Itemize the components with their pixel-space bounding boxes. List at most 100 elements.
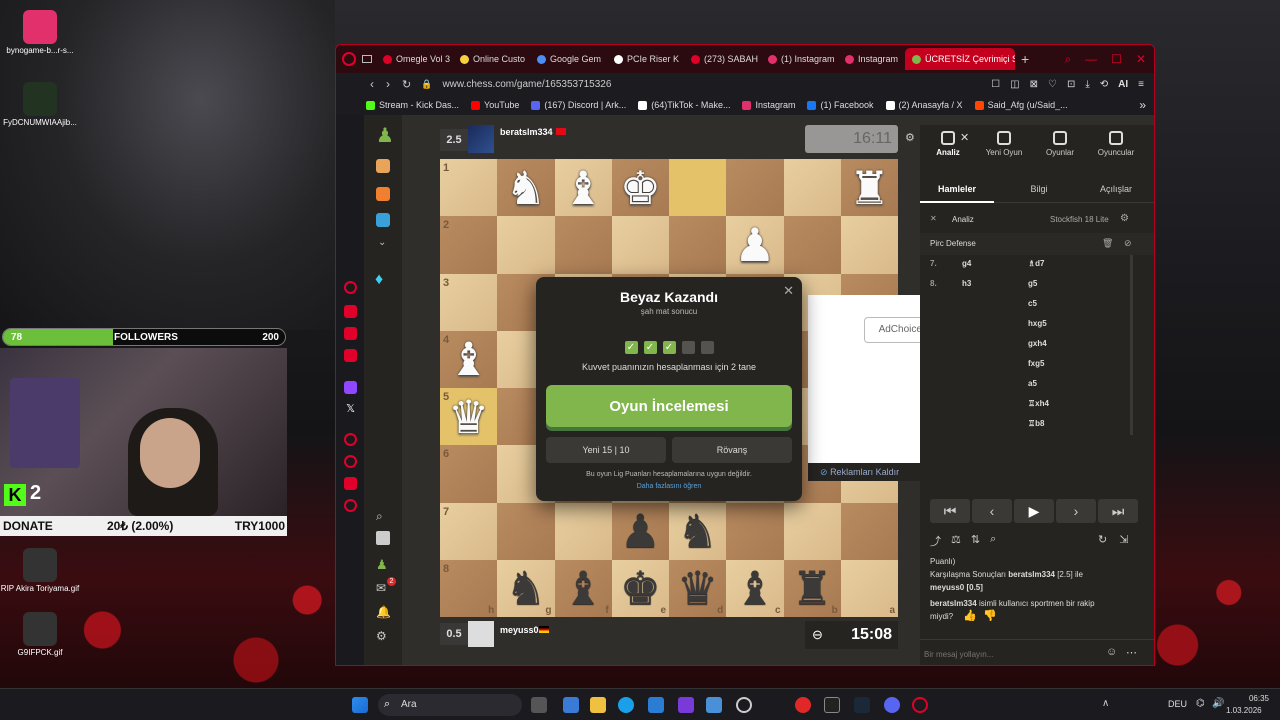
black-piece[interactable]: ♞ bbox=[497, 560, 554, 617]
move-item[interactable]: gxh4 bbox=[1028, 339, 1047, 348]
file-explorer-icon[interactable] bbox=[590, 697, 606, 713]
black-piece[interactable]: ♛ bbox=[669, 560, 726, 617]
app-icon[interactable] bbox=[795, 697, 811, 713]
black-piece[interactable]: ♜ bbox=[784, 560, 841, 617]
move-item[interactable]: a5 bbox=[1028, 379, 1037, 388]
board-square[interactable]: ♝ bbox=[554, 159, 612, 217]
screenshot-icon[interactable]: ☐ bbox=[991, 79, 1000, 90]
board-square[interactable] bbox=[554, 216, 612, 274]
game-review-button[interactable]: Oyun İncelemesi bbox=[546, 385, 792, 427]
board-square[interactable] bbox=[783, 216, 841, 274]
tab-info[interactable]: Bilgi bbox=[1002, 177, 1076, 203]
player-icon[interactable] bbox=[344, 433, 357, 446]
new-tab-icon[interactable]: + bbox=[1021, 51, 1029, 67]
chesscom-logo-icon[interactable]: ♟ bbox=[376, 123, 394, 148]
friends-icon[interactable]: ♟ bbox=[376, 557, 388, 573]
white-piece[interactable]: ♝ bbox=[555, 159, 612, 216]
chrome-icon[interactable] bbox=[736, 697, 752, 713]
chat-more-icon[interactable]: ⋯ bbox=[1126, 646, 1137, 659]
diamond-icon[interactable]: ♦ bbox=[375, 271, 383, 289]
network-icon[interactable]: ⌬ bbox=[1196, 698, 1205, 709]
board-square[interactable] bbox=[783, 502, 841, 560]
bookmark-item[interactable]: Stream - Kick Das... bbox=[366, 100, 459, 110]
board-square[interactable] bbox=[669, 216, 727, 274]
white-piece[interactable]: ♜ bbox=[841, 159, 898, 216]
vpn-icon[interactable]: ⊠ bbox=[1030, 79, 1038, 90]
board-square[interactable]: ♜ bbox=[840, 159, 898, 217]
board-square[interactable]: 5 ♛ bbox=[440, 388, 498, 446]
flip-board-icon[interactable]: ⇅ bbox=[971, 533, 980, 549]
download-icon[interactable]: ⤓ bbox=[1085, 79, 1089, 90]
move-item[interactable]: c5 bbox=[1028, 299, 1037, 308]
white-piece[interactable]: ♞ bbox=[497, 159, 554, 216]
board-square[interactable]: ♞ bbox=[669, 502, 727, 560]
search-tabs-icon[interactable]: ⌕ bbox=[1064, 52, 1071, 67]
bookmark-item[interactable]: Instagram bbox=[742, 100, 795, 110]
top-player-avatar[interactable] bbox=[468, 125, 494, 153]
black-piece[interactable]: ♝ bbox=[555, 560, 612, 617]
wallet-sidebar-icon[interactable] bbox=[344, 305, 357, 318]
move-item[interactable]: ♗d7 bbox=[1028, 259, 1045, 268]
close-window-icon[interactable]: ✕ bbox=[1136, 52, 1146, 67]
bookmarks-overflow-icon[interactable]: » bbox=[1139, 98, 1154, 112]
move-item[interactable]: fxg5 bbox=[1028, 359, 1044, 368]
board-square[interactable] bbox=[554, 502, 612, 560]
play-icon[interactable] bbox=[376, 159, 390, 173]
analysis-toggle-icon[interactable]: ✕ bbox=[930, 214, 937, 223]
board-square[interactable] bbox=[497, 216, 555, 274]
clock-time[interactable]: 06:35 bbox=[1233, 694, 1269, 703]
thumbs-up-icon[interactable]: 👍 bbox=[963, 610, 977, 622]
trash-icon[interactable]: 🗑 bbox=[1102, 238, 1113, 249]
whatsapp-icon[interactable] bbox=[344, 349, 357, 362]
board-square[interactable]: ♞ bbox=[497, 159, 555, 217]
browser-tab[interactable]: PCIe Riser K bbox=[607, 48, 684, 70]
back-icon[interactable]: ‹ bbox=[370, 77, 374, 91]
board-square[interactable] bbox=[840, 216, 898, 274]
board-square[interactable] bbox=[669, 159, 727, 217]
move-list-scrollbar[interactable] bbox=[1130, 255, 1133, 435]
board-square[interactable]: g ♞ bbox=[497, 559, 555, 617]
tab-moves[interactable]: Hamleler bbox=[920, 177, 994, 203]
desktop-icon[interactable]: FyDCNUMWIAAjib... bbox=[0, 82, 80, 127]
board-square[interactable] bbox=[726, 502, 784, 560]
board-square[interactable] bbox=[840, 502, 898, 560]
profile-icon[interactable] bbox=[376, 531, 390, 545]
analysis-board-icon[interactable]: ⚖ bbox=[951, 533, 961, 549]
browser-tab[interactable]: (273) SABAH bbox=[684, 48, 761, 70]
board-square[interactable]: f ♝ bbox=[554, 559, 612, 617]
epic-games-icon[interactable] bbox=[824, 697, 840, 713]
learn-more-link[interactable]: Daha fazlasını öğren bbox=[536, 483, 802, 490]
learn-icon[interactable] bbox=[376, 213, 390, 227]
pinboard-icon[interactable] bbox=[344, 477, 357, 490]
volume-icon[interactable]: 🔊 bbox=[1212, 698, 1224, 709]
maximize-icon[interactable]: ☐ bbox=[1111, 52, 1122, 67]
browser-tab[interactable]: Online Custo bbox=[453, 48, 530, 70]
x-icon[interactable]: 𝕏 bbox=[344, 403, 357, 416]
language-indicator[interactable]: DEU bbox=[1168, 699, 1187, 709]
extensions-icon[interactable]: ⟲ bbox=[1100, 79, 1108, 90]
board-square[interactable]: ♚ bbox=[611, 159, 669, 217]
black-piece[interactable]: ♚ bbox=[612, 560, 669, 617]
windows-start-icon[interactable] bbox=[352, 697, 368, 713]
browser-tab[interactable]: (1) Instagram bbox=[761, 48, 838, 70]
menu-icon[interactable]: ≡ bbox=[1138, 79, 1144, 90]
bookmark-item[interactable]: (167) Discord | Ark... bbox=[531, 100, 626, 110]
tray-chevron-icon[interactable]: ∧ bbox=[1102, 698, 1109, 709]
desktop-icon[interactable]: bynogame-b...r-s... bbox=[0, 10, 80, 55]
board-square[interactable]: 1 bbox=[440, 159, 498, 217]
panel-tab[interactable]: Oyuncular bbox=[1088, 125, 1144, 173]
bookmark-item[interactable]: Said_Afg (u/Said_... bbox=[974, 100, 1068, 110]
desktop-icon[interactable]: G9IFPCK.gif bbox=[0, 612, 80, 657]
minimize-icon[interactable]: — bbox=[1085, 52, 1097, 67]
app-icon[interactable] bbox=[678, 697, 694, 713]
board-square[interactable]: 7 bbox=[440, 502, 498, 560]
desktop-icon[interactable]: RIP Akira Toriyama.gif bbox=[0, 548, 80, 593]
board-square[interactable]: 6 bbox=[440, 445, 498, 503]
board-square[interactable]: 3 bbox=[440, 273, 498, 331]
share-icon[interactable]: ⤴ bbox=[930, 533, 941, 549]
messages-icon[interactable]: ✉ bbox=[376, 581, 386, 595]
ai-button[interactable]: AI bbox=[1118, 79, 1128, 90]
reload-analysis-icon[interactable]: ↻ bbox=[1098, 533, 1107, 546]
top-player-name[interactable]: beratslm334 bbox=[500, 127, 553, 137]
heart-icon[interactable]: ♡ bbox=[1048, 79, 1057, 90]
